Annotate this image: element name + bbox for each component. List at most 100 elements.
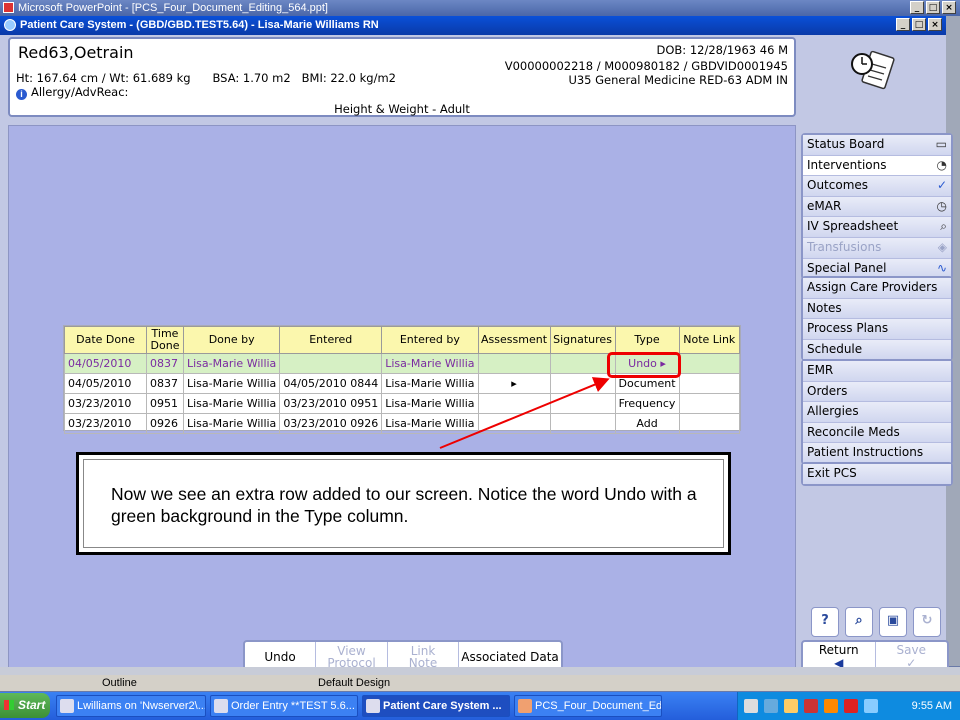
nav-notes[interactable]: Notes — [803, 298, 951, 320]
undo-label: Undo — [264, 649, 296, 664]
nav-label: Transfusions — [807, 239, 882, 254]
search-button[interactable]: ⌕ — [845, 607, 873, 637]
patient-vitals: Ht: 167.64 cm / Wt: 61.689 kg BSA: 1.70 … — [16, 71, 396, 85]
cell-done-by: Lisa-Marie Willia — [182, 413, 281, 434]
powerpoint-icon — [3, 2, 14, 13]
nav-orders[interactable]: Orders — [803, 381, 951, 403]
nav-label: Patient Instructions — [807, 445, 924, 460]
clock-icon: ◷ — [936, 198, 947, 213]
task-label: PCS_Four_Document_Ed... — [535, 700, 662, 712]
nav-process-plans[interactable]: Process Plans — [803, 319, 951, 340]
ppt-close-button[interactable]: × — [942, 1, 956, 14]
nav-group-exit: Exit PCS — [801, 462, 953, 486]
nav-label: Outcomes — [807, 178, 869, 193]
nav-label: Orders — [807, 383, 848, 398]
system-tray: 9:55 AM — [737, 692, 960, 720]
allergy-line[interactable]: i Allergy/AdvReac: — [16, 85, 128, 100]
callout-text: Now we see an extra row added to our scr… — [111, 484, 697, 526]
task-remote-desktop[interactable]: Lwilliams on 'Nwserver2\... — [56, 695, 206, 717]
nav-label: Schedule — [807, 341, 863, 356]
col-done-by[interactable]: Done by — [182, 326, 281, 354]
grid-header-row: Date Done Time Done Done by Entered Ente… — [64, 326, 741, 354]
documentation-grid: Date Done Time Done Done by Entered Ente… — [63, 325, 741, 434]
nav-outcomes[interactable]: Outcomes ✓ — [803, 176, 951, 197]
cell-date: 03/23/2010 — [64, 413, 147, 434]
nav-iv-spreadsheet[interactable]: IV Spreadsheet ⌕ — [803, 217, 951, 238]
start-button[interactable]: Start — [0, 693, 50, 718]
network-tray-icon[interactable] — [764, 699, 778, 713]
start-label: Start — [18, 698, 46, 712]
nav-exit-pcs[interactable]: Exit PCS — [803, 464, 951, 484]
nav-emr[interactable]: EMR — [803, 361, 951, 382]
minimize-button[interactable]: _ — [896, 18, 910, 31]
heartbeat-icon: ∿ — [936, 260, 947, 275]
screen-name: Height & Weight - Adult — [334, 102, 470, 116]
task-order-entry[interactable]: Order Entry **TEST 5.6... — [210, 695, 358, 717]
close-button[interactable]: × — [928, 18, 942, 31]
hand-tray-icon[interactable] — [784, 699, 798, 713]
col-date-done[interactable]: Date Done — [64, 326, 147, 354]
n-tray-icon[interactable] — [844, 699, 858, 713]
cell-note-link — [678, 373, 741, 394]
table-row[interactable]: 03/23/2010 0926 Lisa-Marie Willia 03/23/… — [64, 413, 741, 434]
view-protocol-label-1: View — [337, 643, 366, 658]
help-tray-icon[interactable] — [744, 699, 758, 713]
task-patient-care-system[interactable]: Patient Care System ... — [362, 695, 510, 717]
nav-emar[interactable]: eMAR ◷ — [803, 196, 951, 218]
ppt-scroll-strip — [0, 667, 960, 675]
security-tray-icon[interactable] — [804, 699, 818, 713]
nav-label: Assign Care Providers — [807, 280, 938, 294]
associated-data-label: Associated Data — [461, 649, 559, 664]
cell-note-link — [678, 393, 741, 414]
nav-assign-care-providers[interactable]: Assign Care Providers — [803, 278, 951, 299]
nav-interventions[interactable]: Interventions ◔ — [803, 155, 951, 177]
col-entered-by[interactable]: Entered by — [381, 326, 479, 354]
app-tray-icon[interactable] — [824, 699, 838, 713]
task-powerpoint[interactable]: PCS_Four_Document_Ed... — [514, 695, 662, 717]
cell-entered: 04/05/2010 0844 — [279, 373, 383, 394]
nav-label: Reconcile Meds — [807, 424, 900, 439]
nav-label: Notes — [807, 300, 842, 315]
cell-entered: 03/23/2010 0926 — [279, 413, 383, 434]
task-label: Order Entry **TEST 5.6... — [231, 700, 355, 712]
patient-unit: U35 General Medicine RED-63 ADM IN — [568, 73, 788, 87]
help-button[interactable]: ? — [811, 607, 839, 637]
nav-status-board[interactable]: Status Board ▭ — [803, 135, 951, 156]
nav-allergies[interactable]: Allergies — [803, 402, 951, 423]
lock-button[interactable]: ▣ — [879, 607, 907, 637]
col-note-link[interactable]: Note Link — [678, 326, 741, 354]
clock-clipboard-icon — [851, 50, 895, 90]
nav-group-planning: Assign Care Providers Notes Process Plan… — [801, 276, 953, 362]
lock-icon: ▣ — [886, 613, 900, 628]
pcs-window-icon — [4, 19, 16, 31]
nav-label: Interventions — [807, 157, 887, 172]
cell-done-by: Lisa-Marie Willia — [182, 373, 281, 394]
task-label: Lwilliams on 'Nwserver2\... — [77, 700, 206, 712]
ppt-minimize-button[interactable]: _ — [910, 1, 924, 14]
status-design: Default Design — [318, 677, 391, 689]
cell-time: 0837 — [146, 353, 184, 374]
info-icon[interactable]: i — [16, 89, 27, 100]
taskbar-clock[interactable]: 9:55 AM — [912, 692, 952, 720]
cell-done-by: Lisa-Marie Willia — [182, 393, 281, 414]
col-entered[interactable]: Entered — [279, 326, 383, 354]
nav-transfusions[interactable]: Transfusions ◈ — [803, 237, 951, 259]
nav-reconcile-meds[interactable]: Reconcile Meds — [803, 422, 951, 444]
visit-ids: V00000002218 / M000980182 / GBDVID000194… — [504, 59, 788, 73]
patient-name: Red63,Oetrain — [18, 43, 134, 62]
ppt-maximize-button[interactable]: □ — [926, 1, 940, 14]
maximize-button[interactable]: □ — [912, 18, 926, 31]
order-entry-icon — [214, 699, 228, 713]
nav-patient-instructions[interactable]: Patient Instructions — [803, 443, 951, 463]
volume-tray-icon[interactable] — [864, 699, 878, 713]
powerpoint-icon — [518, 699, 532, 713]
col-type[interactable]: Type — [614, 326, 680, 354]
cell-date: 04/05/2010 — [64, 373, 147, 394]
col-assessment[interactable]: Assessment — [477, 326, 551, 354]
table-row[interactable]: 03/23/2010 0951 Lisa-Marie Willia 03/23/… — [64, 393, 741, 414]
book-icon: ▭ — [935, 137, 947, 151]
nav-schedule[interactable]: Schedule — [803, 339, 951, 360]
col-signatures[interactable]: Signatures — [549, 326, 616, 354]
refresh-button[interactable]: ↻ — [913, 607, 941, 637]
col-time-done[interactable]: Time Done — [146, 326, 184, 354]
